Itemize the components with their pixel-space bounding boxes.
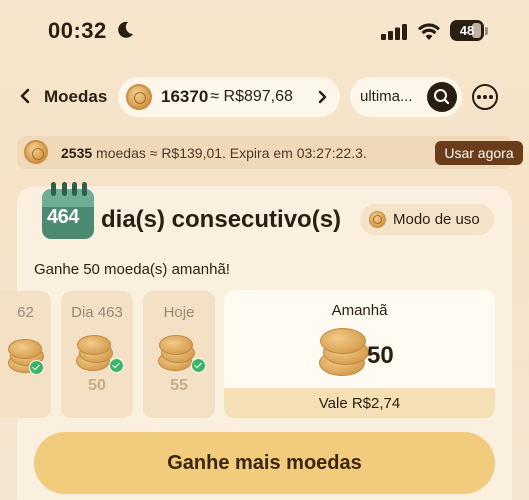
search-input[interactable]: ultima... — [360, 88, 413, 105]
tomorrow-value: Vale R$2,74 — [224, 388, 495, 418]
day-label: Dia 463 — [71, 304, 123, 321]
day-value: 50 — [88, 377, 106, 394]
check-icon — [191, 358, 206, 373]
expiry-banner: 2535 moedas ≈ R$139,01. Expira em 03:27:… — [17, 136, 523, 169]
earn-more-button[interactable]: Ganhe mais moedas — [34, 432, 495, 494]
balance-coins: 16370 — [161, 87, 209, 106]
coin-icon — [369, 211, 386, 228]
check-icon — [109, 358, 124, 373]
search-icon — [434, 89, 450, 105]
wifi-icon — [418, 23, 440, 40]
status-time: 00:32 — [48, 18, 107, 43]
expiry-coins: 2535 — [61, 145, 93, 161]
tomorrow-label: Amanhã — [331, 302, 388, 319]
coin-icon — [126, 84, 152, 110]
use-now-button[interactable]: Usar agora — [435, 141, 523, 165]
chevron-right-icon — [318, 90, 327, 104]
expiry-text: 2535 moedas ≈ R$139,01. Expira em 03:27:… — [61, 145, 367, 161]
tomorrow-hint: Ganhe 50 moeda(s) amanhã! — [34, 261, 230, 278]
tomorrow-amount: 50 — [367, 342, 394, 369]
search-bar[interactable]: ultima... — [350, 77, 462, 117]
howto-label: Modo de uso — [393, 211, 480, 228]
day-label: Hoje — [163, 304, 195, 321]
streak-number: 464 — [47, 206, 79, 228]
check-icon — [29, 360, 44, 375]
chevron-left-icon — [20, 88, 30, 104]
coin-stack-icon — [319, 328, 374, 378]
day-tile-today: Hoje 55 — [143, 291, 215, 418]
status-bar: 00:32 48 — [0, 0, 529, 64]
expiry-message: moedas ≈ R$139,01. Expira em 03:27:22.3. — [92, 145, 367, 161]
back-button[interactable] — [18, 85, 32, 113]
day-tile: 62 — [0, 291, 51, 418]
coin-icon — [24, 140, 48, 164]
signal-icon — [381, 24, 407, 40]
day-tile: Dia 463 50 — [61, 291, 133, 418]
streak-title: dia(s) consecutivo(s) — [101, 206, 342, 233]
nav-bar: Moedas 16370 ≈ R$897,68 ultima... — [0, 75, 529, 119]
day-value: 55 — [170, 377, 188, 394]
moon-icon — [118, 21, 133, 38]
day-label: 62 — [17, 304, 34, 321]
page-title: Moedas — [44, 87, 108, 106]
more-horizontal-icon[interactable] — [472, 84, 498, 110]
search-button[interactable] — [427, 82, 457, 112]
balance-pill[interactable]: 16370 ≈ R$897,68 — [118, 77, 340, 117]
howto-button[interactable]: Modo de uso — [360, 204, 494, 235]
balance-value: ≈ R$897,68 — [210, 88, 293, 105]
tomorrow-tile: Amanhã 50 Vale R$2,74 — [224, 290, 495, 418]
battery-icon: 48 — [450, 20, 490, 42]
battery-level: 48 — [459, 23, 475, 38]
